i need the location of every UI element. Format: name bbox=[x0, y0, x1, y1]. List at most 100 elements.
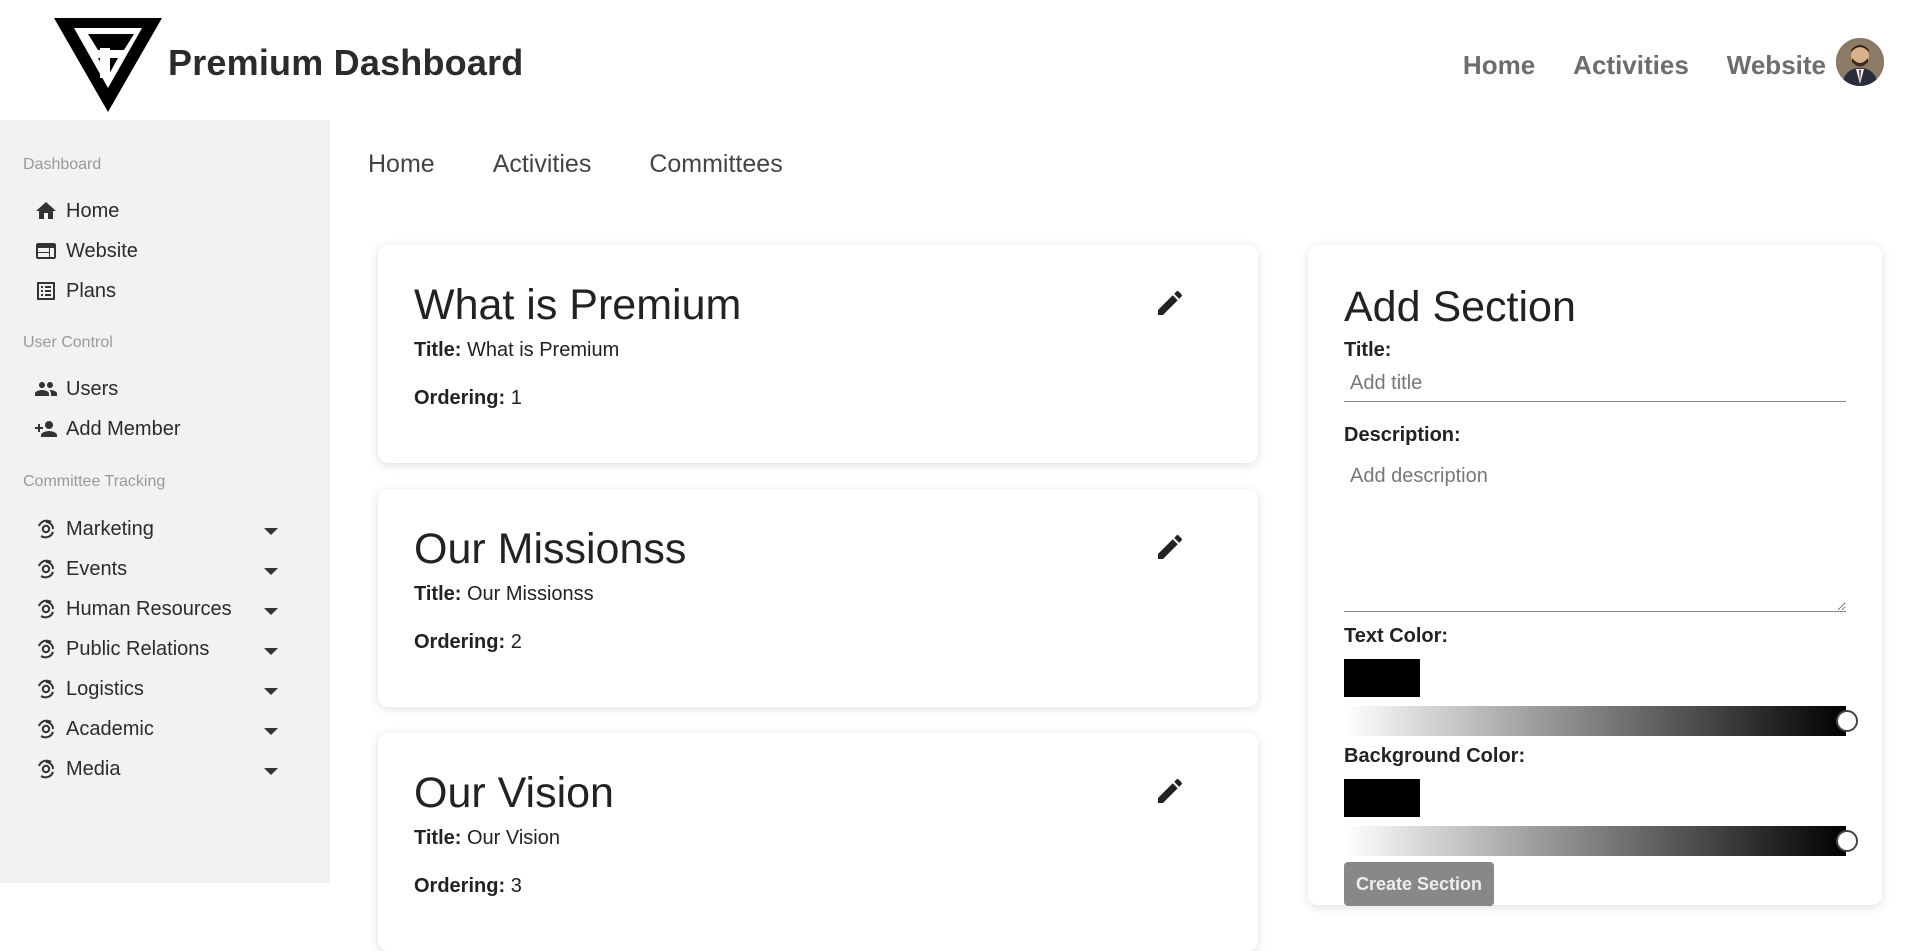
sidebar-item-label: Human Resources bbox=[66, 597, 232, 620]
top-nav: Home Activities Website bbox=[1463, 50, 1826, 81]
committee-icon bbox=[38, 759, 54, 779]
tab-committees[interactable]: Committees bbox=[649, 150, 782, 179]
sidebar-item-label: Events bbox=[66, 557, 128, 580]
add-person-icon bbox=[35, 421, 57, 437]
card-title-row: Title: What is Premium bbox=[414, 339, 619, 362]
sidebar-item-marketing[interactable]: Marketing bbox=[34, 512, 284, 546]
sidebar: Dashboard Home Website Plans User Contro… bbox=[0, 120, 330, 883]
sidebar-item-human-resources[interactable]: Human Resources bbox=[34, 592, 284, 626]
card-title-value: Our Vision bbox=[466, 827, 560, 849]
list-icon bbox=[37, 282, 55, 300]
card-ordering-label: Ordering: bbox=[414, 875, 506, 897]
brand-logo[interactable] bbox=[54, 18, 162, 112]
edit-icon[interactable] bbox=[1154, 287, 1186, 319]
committee-icon bbox=[38, 679, 54, 699]
user-avatar[interactable] bbox=[1836, 38, 1884, 86]
home-icon bbox=[36, 202, 56, 219]
sidebar-item-label: Academic bbox=[66, 717, 154, 740]
sidebar-item-label: Marketing bbox=[66, 517, 154, 540]
background-color-swatch[interactable] bbox=[1344, 779, 1420, 817]
sidebar-item-label: Media bbox=[66, 757, 121, 780]
description-label: Description: bbox=[1344, 424, 1461, 446]
text-color-slider[interactable] bbox=[1344, 706, 1846, 736]
committee-icon bbox=[38, 599, 54, 619]
sidebar-item-home[interactable]: Home bbox=[34, 194, 284, 228]
card-ordering-value: 3 bbox=[510, 875, 522, 897]
content-tabs: Home Activities Committees bbox=[368, 150, 783, 179]
chevron-down-icon[interactable] bbox=[264, 768, 278, 775]
card-ordering-value: 2 bbox=[510, 631, 522, 653]
tab-home[interactable]: Home bbox=[368, 150, 435, 179]
card-title-label: Title: bbox=[414, 827, 462, 849]
users-icon bbox=[35, 382, 57, 396]
sidebar-item-users[interactable]: Users bbox=[34, 372, 284, 406]
edit-icon[interactable] bbox=[1154, 775, 1186, 807]
card-title-value: Our Missionss bbox=[466, 583, 594, 605]
chevron-down-icon[interactable] bbox=[264, 688, 278, 695]
edit-icon[interactable] bbox=[1154, 531, 1186, 563]
sidebar-item-label: Add Member bbox=[66, 417, 181, 440]
description-textarea[interactable] bbox=[1344, 457, 1846, 612]
committee-icon bbox=[38, 719, 54, 739]
card-heading: Our Vision bbox=[414, 769, 614, 817]
sidebar-item-events[interactable]: Events bbox=[34, 552, 284, 586]
chevron-down-icon[interactable] bbox=[264, 648, 278, 655]
text-color-label: Text Color: bbox=[1344, 625, 1449, 647]
topnav-activities-link[interactable]: Activities bbox=[1573, 50, 1689, 81]
sidebar-item-website[interactable]: Website bbox=[34, 234, 284, 268]
card-title-row: Title: Our Vision bbox=[414, 827, 560, 850]
sidebar-item-plans[interactable]: Plans bbox=[34, 274, 284, 308]
card-ordering-row: Ordering: 2 bbox=[414, 631, 522, 654]
text-color-swatch[interactable] bbox=[1344, 659, 1420, 697]
sidebar-item-label: Users bbox=[66, 377, 119, 400]
committee-icon bbox=[38, 519, 54, 539]
card-ordering-value: 1 bbox=[510, 387, 522, 409]
topnav-home-link[interactable]: Home bbox=[1463, 50, 1535, 81]
add-section-panel: Add Section Title: Description: Text Col… bbox=[1308, 245, 1882, 906]
background-color-label: Background Color: bbox=[1344, 745, 1526, 767]
create-section-button[interactable]: Create Section bbox=[1344, 862, 1494, 906]
sidebar-item-label: Home bbox=[66, 199, 120, 222]
card-title-label: Title: bbox=[414, 583, 462, 605]
title-input[interactable] bbox=[1344, 366, 1846, 402]
chevron-down-icon[interactable] bbox=[264, 728, 278, 735]
sidebar-item-add-member[interactable]: Add Member bbox=[34, 412, 284, 446]
card-heading: Our Missionss bbox=[414, 525, 687, 573]
card-ordering-row: Ordering: 3 bbox=[414, 875, 522, 898]
committee-icon bbox=[38, 639, 54, 659]
chevron-down-icon[interactable] bbox=[264, 528, 278, 535]
panel-heading: Add Section bbox=[1344, 283, 1576, 331]
topnav-website-link[interactable]: Website bbox=[1727, 50, 1826, 81]
card-title-label: Title: bbox=[414, 339, 462, 361]
section-card: Our Vision Title: Our Vision Ordering: 3 bbox=[378, 733, 1258, 951]
sidebar-section-committee-tracking: Committee Tracking bbox=[23, 473, 166, 490]
sidebar-item-public-relations[interactable]: Public Relations bbox=[34, 632, 284, 666]
sidebar-item-academic[interactable]: Academic bbox=[34, 712, 284, 746]
section-card: Our Missionss Title: Our Missionss Order… bbox=[378, 489, 1258, 707]
sidebar-item-label: Public Relations bbox=[66, 637, 210, 660]
sidebar-section-dashboard: Dashboard bbox=[23, 156, 102, 173]
web-icon bbox=[36, 243, 56, 259]
slider-handle[interactable] bbox=[1836, 710, 1858, 732]
card-ordering-row: Ordering: 1 bbox=[414, 387, 522, 410]
sidebar-item-media[interactable]: Media bbox=[34, 752, 284, 786]
tab-activities[interactable]: Activities bbox=[493, 150, 592, 179]
sidebar-item-logistics[interactable]: Logistics bbox=[34, 672, 284, 706]
card-ordering-label: Ordering: bbox=[414, 387, 506, 409]
card-heading: What is Premium bbox=[414, 281, 742, 329]
sidebar-item-label: Logistics bbox=[66, 677, 144, 700]
sidebar-item-label: Plans bbox=[66, 279, 117, 302]
card-title-value: What is Premium bbox=[466, 339, 620, 361]
background-color-slider[interactable] bbox=[1344, 826, 1846, 856]
card-ordering-label: Ordering: bbox=[414, 631, 506, 653]
section-card: What is Premium Title: What is Premium O… bbox=[378, 245, 1258, 463]
sidebar-section-user-control: User Control bbox=[23, 334, 113, 351]
slider-handle[interactable] bbox=[1836, 830, 1858, 852]
chevron-down-icon[interactable] bbox=[264, 568, 278, 575]
top-header: Premium Dashboard Home Activities Websit… bbox=[0, 0, 1920, 120]
title-label: Title: bbox=[1344, 339, 1392, 361]
brand-title: Premium Dashboard bbox=[168, 42, 524, 83]
committee-icon bbox=[38, 559, 54, 579]
card-title-row: Title: Our Missionss bbox=[414, 583, 594, 606]
chevron-down-icon[interactable] bbox=[264, 608, 278, 615]
